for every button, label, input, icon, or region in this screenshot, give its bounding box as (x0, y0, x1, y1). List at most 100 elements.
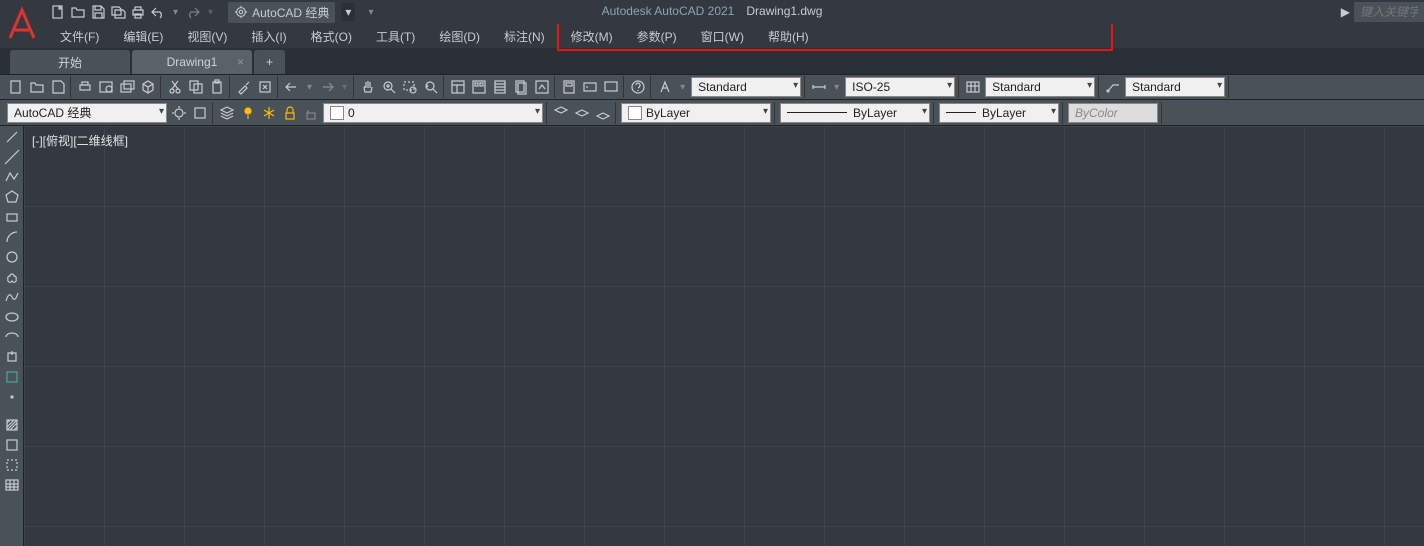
search-arrow-icon[interactable]: ▶ (1337, 5, 1354, 19)
drawing-canvas[interactable]: [-][俯视][二维线框] (24, 126, 1424, 546)
my-workspace-icon[interactable] (191, 104, 209, 122)
pan-icon[interactable] (359, 78, 377, 96)
block-editor-icon[interactable] (256, 78, 274, 96)
table-icon[interactable] (2, 476, 22, 494)
print-icon[interactable] (130, 3, 146, 21)
layer-freeze-icon[interactable] (260, 104, 278, 122)
zoom-realtime-icon[interactable] (380, 78, 398, 96)
publish-icon[interactable] (118, 78, 136, 96)
dropdown-icon[interactable]: ▾ (831, 82, 842, 93)
workspace-combo[interactable]: AutoCAD 经典▾ (7, 103, 167, 123)
new-icon[interactable] (50, 3, 66, 21)
menu-dimension[interactable]: 标注(N) (492, 24, 557, 49)
cmdline-icon[interactable] (581, 78, 599, 96)
dimstyle-icon[interactable] (810, 78, 828, 96)
qat-customize-icon[interactable]: ▾ (365, 7, 376, 18)
saveas-icon[interactable] (110, 3, 126, 21)
menu-help[interactable]: 帮助(H) (756, 24, 821, 49)
spline-icon[interactable] (2, 288, 22, 306)
linetype-combo[interactable]: ByLayer▾ (780, 103, 930, 123)
menu-edit[interactable]: 编辑(E) (111, 24, 175, 49)
lineweight-combo[interactable]: ByLayer▾ (939, 103, 1059, 123)
plotstyle-combo[interactable]: ByColor (1068, 103, 1158, 123)
layer-on-icon[interactable] (239, 104, 257, 122)
menu-tools[interactable]: 工具(T) (364, 24, 427, 49)
help-icon[interactable] (629, 78, 647, 96)
make-block-icon[interactable] (2, 368, 22, 386)
properties-icon[interactable] (449, 78, 467, 96)
workspace-settings-icon[interactable] (170, 104, 188, 122)
sheet-set-icon[interactable] (512, 78, 530, 96)
tab-new[interactable]: + (254, 50, 285, 74)
workspace-dropdown-icon[interactable]: ▾ (341, 3, 355, 21)
view-label[interactable]: [-][俯视][二维线框] (32, 132, 128, 149)
menu-view[interactable]: 视图(V) (175, 24, 239, 49)
tool-palettes-icon[interactable] (491, 78, 509, 96)
new-icon[interactable] (7, 78, 25, 96)
open-icon[interactable] (28, 78, 46, 96)
mleaderstyle-combo[interactable]: Standard▾ (1125, 77, 1225, 97)
menu-parametric[interactable]: 参数(P) (625, 24, 689, 49)
dropdown-icon[interactable]: ▾ (677, 82, 688, 93)
layer-states-icon[interactable] (552, 104, 570, 122)
textstyle-combo[interactable]: Standard▾ (691, 77, 801, 97)
redo-dropdown-icon[interactable]: ▾ (205, 7, 216, 18)
circle-icon[interactable] (2, 248, 22, 266)
menu-file[interactable]: 文件(F) (48, 24, 111, 49)
ellipse-icon[interactable] (2, 308, 22, 326)
mleaderstyle-icon[interactable] (1104, 78, 1122, 96)
tab-drawing1[interactable]: Drawing1 × (132, 50, 252, 74)
redo-icon[interactable] (318, 78, 336, 96)
zoom-window-icon[interactable] (401, 78, 419, 96)
xline-icon[interactable] (2, 148, 22, 166)
menu-insert[interactable]: 插入(I) (239, 24, 298, 49)
dropdown-icon[interactable]: ▾ (339, 82, 350, 93)
app-logo[interactable] (4, 6, 40, 42)
search-input[interactable] (1354, 2, 1424, 22)
redo-icon[interactable] (185, 3, 201, 21)
close-icon[interactable]: × (237, 55, 244, 69)
ellipse-arc-icon[interactable] (2, 328, 22, 346)
match-prop-icon[interactable] (235, 78, 253, 96)
rectangle-icon[interactable] (2, 208, 22, 226)
dropdown-icon[interactable]: ▾ (304, 82, 315, 93)
menu-format[interactable]: 格式(O) (299, 24, 364, 49)
revcloud-icon[interactable] (2, 268, 22, 286)
pline-icon[interactable] (2, 168, 22, 186)
plot-preview-icon[interactable] (97, 78, 115, 96)
layer-manager-icon[interactable] (218, 104, 236, 122)
point-icon[interactable] (2, 388, 22, 406)
copy-icon[interactable] (187, 78, 205, 96)
cleanscreen-icon[interactable] (602, 78, 620, 96)
hatch-icon[interactable] (2, 416, 22, 434)
paste-icon[interactable] (208, 78, 226, 96)
menu-modify[interactable]: 修改(M) (559, 24, 625, 49)
cut-icon[interactable] (166, 78, 184, 96)
arc-icon[interactable] (2, 228, 22, 246)
menu-draw[interactable]: 绘图(D) (427, 24, 492, 49)
save-icon[interactable] (90, 3, 106, 21)
line-icon[interactable] (2, 128, 22, 146)
layer-iso-icon[interactable] (594, 104, 612, 122)
3dprint-icon[interactable] (139, 78, 157, 96)
tablestyle-combo[interactable]: Standard▾ (985, 77, 1095, 97)
undo-dropdown-icon[interactable]: ▾ (170, 7, 181, 18)
design-center-icon[interactable] (470, 78, 488, 96)
tab-start[interactable]: 开始 (10, 50, 130, 74)
region-icon[interactable] (2, 456, 22, 474)
save-icon[interactable] (49, 78, 67, 96)
tablestyle-icon[interactable] (964, 78, 982, 96)
open-icon[interactable] (70, 3, 86, 21)
polygon-icon[interactable] (2, 188, 22, 206)
textstyle-icon[interactable] (656, 78, 674, 96)
layer-combo[interactable]: 0▾ (323, 103, 543, 123)
markup-icon[interactable] (533, 78, 551, 96)
workspace-switcher[interactable]: AutoCAD 经典 (228, 2, 335, 23)
dimstyle-combo[interactable]: ISO-25▾ (845, 77, 955, 97)
undo-icon[interactable] (283, 78, 301, 96)
undo-icon[interactable] (150, 3, 166, 21)
quickcalc-icon[interactable] (560, 78, 578, 96)
gradient-icon[interactable] (2, 436, 22, 454)
color-combo[interactable]: ByLayer▾ (621, 103, 771, 123)
insert-block-icon[interactable] (2, 348, 22, 366)
